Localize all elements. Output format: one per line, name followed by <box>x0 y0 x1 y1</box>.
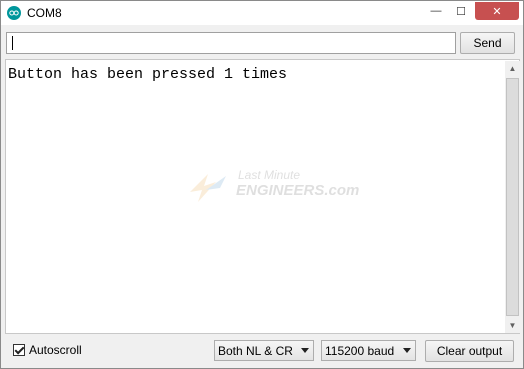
serial-input[interactable] <box>7 33 455 53</box>
minimize-button[interactable]: — <box>424 2 448 20</box>
autoscroll-label: Autoscroll <box>29 343 82 357</box>
arduino-icon <box>7 6 21 20</box>
line-ending-value: Both NL & CR <box>218 343 293 358</box>
clear-output-button[interactable]: Clear output <box>425 340 514 362</box>
text-caret <box>12 36 13 50</box>
watermark: Last Minute ENGINEERS.com <box>186 168 360 204</box>
send-button-label: Send <box>473 36 502 50</box>
maximize-button[interactable]: ☐ <box>449 2 473 20</box>
scroll-up-button[interactable]: ▲ <box>505 61 520 76</box>
close-icon: ✕ <box>492 5 502 18</box>
minimize-icon: — <box>430 5 442 17</box>
baud-rate-value: 115200 baud <box>325 343 395 358</box>
vertical-scrollbar[interactable]: ▲ ▼ <box>505 61 520 333</box>
dropdown-arrow-icon <box>403 348 411 353</box>
line-ending-dropdown[interactable]: Both NL & CR <box>214 340 314 361</box>
send-button[interactable]: Send <box>460 32 515 54</box>
dropdown-arrow-icon <box>301 348 309 353</box>
autoscroll-toggle[interactable]: Autoscroll <box>13 343 82 357</box>
serial-monitor-window: COM8 — ☐ ✕ Send Button has been pressed … <box>0 0 524 369</box>
watermark-line1: Last Minute <box>238 168 301 182</box>
autoscroll-checkbox[interactable] <box>13 344 25 356</box>
close-button[interactable]: ✕ <box>475 2 519 20</box>
clear-output-label: Clear output <box>436 344 503 358</box>
bottom-toolbar: Autoscroll Both NL & CR 115200 baud Clea… <box>1 337 523 368</box>
serial-input-field[interactable] <box>6 32 456 54</box>
scroll-down-button[interactable]: ▼ <box>505 318 520 333</box>
lightning-logo-icon <box>190 174 226 202</box>
scroll-thumb[interactable] <box>506 78 519 316</box>
window-title: COM8 <box>27 6 62 20</box>
chevron-up-icon: ▲ <box>508 64 517 73</box>
chevron-down-icon: ▼ <box>508 321 517 330</box>
maximize-icon: ☐ <box>456 5 466 18</box>
output-line: Button has been pressed 1 times <box>8 66 288 83</box>
title-bar: COM8 — ☐ ✕ <box>1 1 523 25</box>
watermark-line2: ENGINEERS.com <box>236 182 360 199</box>
serial-output-area[interactable]: Button has been pressed 1 times Last Min… <box>5 59 520 334</box>
baud-rate-dropdown[interactable]: 115200 baud <box>321 340 416 361</box>
